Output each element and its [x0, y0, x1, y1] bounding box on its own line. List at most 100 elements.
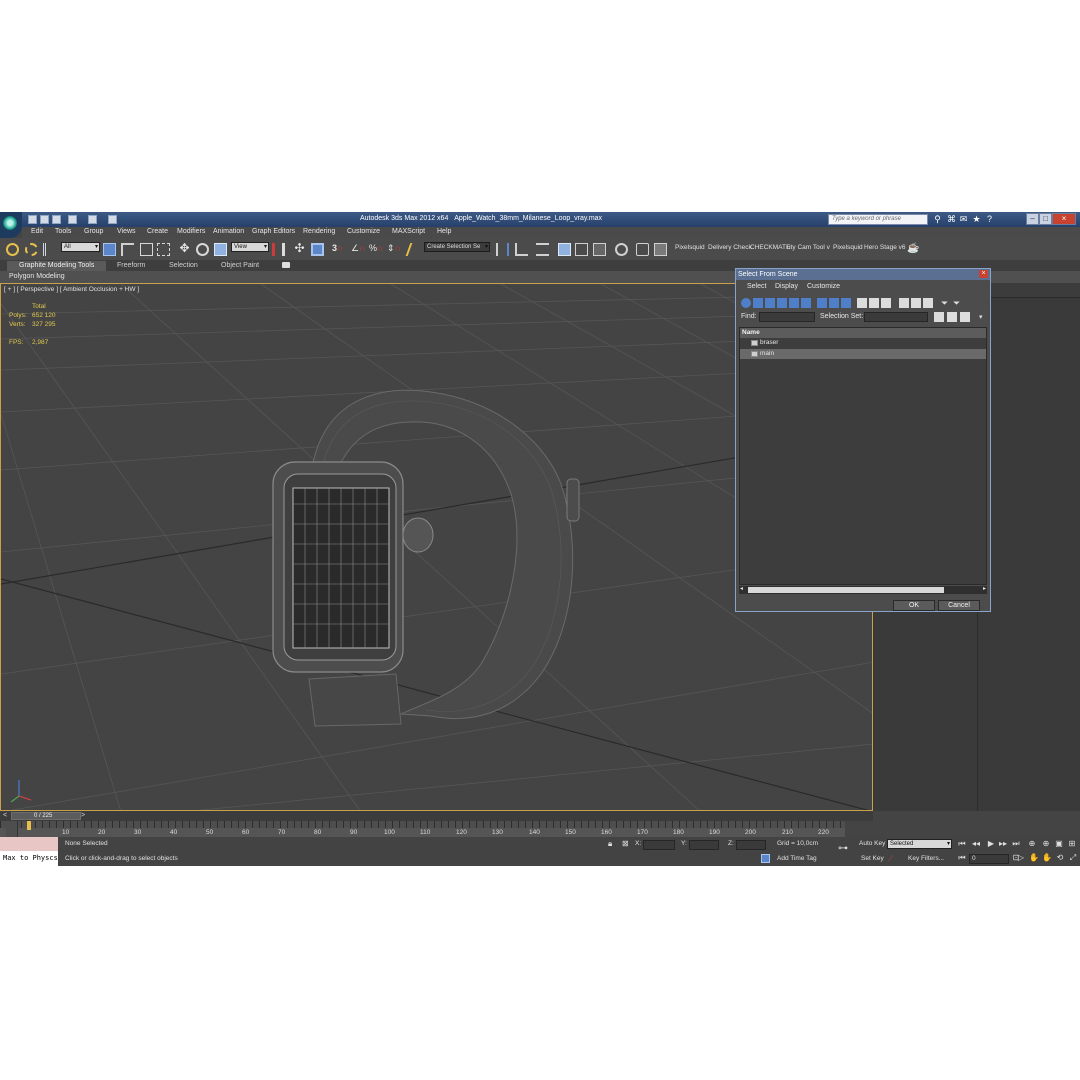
open-file-icon[interactable]: [40, 215, 49, 224]
curve-editor-icon[interactable]: [575, 243, 588, 256]
redo-icon[interactable]: [88, 215, 97, 224]
edit-named-selection-icon[interactable]: [405, 243, 424, 256]
communication-center-icon[interactable]: ✉: [958, 214, 969, 225]
tab-selection[interactable]: Selection: [157, 261, 210, 271]
window-crossing-icon[interactable]: [157, 243, 170, 256]
y-coordinate-field[interactable]: [689, 840, 719, 850]
menu-views[interactable]: Views: [117, 228, 136, 235]
sync-selection-icon[interactable]: ⏷: [953, 298, 963, 308]
menu-group[interactable]: Group: [84, 228, 103, 235]
display-shapes-icon[interactable]: [753, 298, 763, 308]
spinner-snap-icon[interactable]: ⇕∩: [387, 243, 401, 256]
render-setup-icon[interactable]: [636, 243, 649, 256]
menu-maxscript[interactable]: MAXScript: [392, 228, 425, 235]
plugin-delivery-check[interactable]: Delivery Check: [708, 244, 752, 251]
filter-icon[interactable]: ⏷: [941, 298, 951, 308]
orbit-icon[interactable]: ✋: [1042, 853, 1052, 863]
search-input[interactable]: Type a keyword or phrase: [828, 214, 928, 225]
display-none-icon[interactable]: [869, 298, 879, 308]
plugin-pixelsquid-2[interactable]: Pixelsquid: [833, 244, 863, 251]
plugin-pixelsquid[interactable]: Pixelsquid: [675, 244, 705, 251]
menu-modifiers[interactable]: Modifiers: [177, 228, 205, 235]
help-icon[interactable]: ?: [984, 214, 995, 225]
tab-graphite-modeling-tools[interactable]: Graphite Modeling Tools: [7, 261, 107, 271]
cancel-button[interactable]: Cancel: [938, 600, 980, 611]
select-and-move-icon[interactable]: ✥: [178, 242, 191, 256]
new-file-icon[interactable]: [28, 215, 37, 224]
time-tag-icon[interactable]: [761, 854, 770, 863]
align-icon[interactable]: [515, 243, 528, 256]
selection-filter-dropdown[interactable]: All: [61, 242, 100, 252]
z-coordinate-field[interactable]: [736, 840, 766, 850]
display-helpers-icon[interactable]: [789, 298, 799, 308]
menu-edit[interactable]: Edit: [31, 228, 43, 235]
lock-selection-icon[interactable]: 🔒︎: [608, 839, 612, 849]
go-to-start-icon[interactable]: ⏮: [957, 839, 967, 849]
mini-curve-editor-icon[interactable]: [6, 821, 18, 837]
menu-animation[interactable]: Animation: [213, 228, 244, 235]
menu-create[interactable]: Create: [147, 228, 168, 235]
select-and-link-icon[interactable]: [6, 243, 19, 256]
angle-snap-icon[interactable]: ∠∩: [351, 243, 366, 256]
current-frame-field[interactable]: 0: [969, 854, 1009, 864]
ribbon-options-icon[interactable]: [282, 262, 290, 268]
teapot-render-icon[interactable]: ☕: [907, 243, 920, 256]
scroll-left-icon[interactable]: ◂: [740, 585, 743, 592]
object-list[interactable]: Name braser main: [739, 327, 987, 585]
edit-selection-set-icon[interactable]: [934, 312, 944, 322]
remove-selection-set-icon[interactable]: [960, 312, 970, 322]
close-button[interactable]: ×: [1052, 213, 1076, 225]
previous-frame-icon[interactable]: ◂◂: [971, 839, 981, 849]
keyboard-shortcut-override-icon[interactable]: [311, 243, 324, 256]
x-coordinate-field[interactable]: [643, 840, 675, 850]
next-frame-icon[interactable]: ▸▸: [998, 839, 1008, 849]
pivot-center-icon[interactable]: [272, 243, 285, 256]
dialog-title[interactable]: Select From Scene: [736, 269, 990, 280]
menu-tools[interactable]: Tools: [55, 228, 71, 235]
select-all-icon[interactable]: [899, 298, 909, 308]
display-invert-icon[interactable]: [881, 298, 891, 308]
time-slider-next-icon[interactable]: >: [81, 812, 85, 819]
add-time-tag[interactable]: Add Time Tag: [777, 855, 817, 862]
column-header-name[interactable]: Name: [740, 328, 986, 338]
display-space-warps-icon[interactable]: [801, 298, 811, 308]
track-bar[interactable]: 10 20 30 40 50 60 70 80 90 100 110 120 1…: [0, 821, 845, 837]
mirror-icon[interactable]: [496, 243, 509, 256]
rendered-frame-window-icon[interactable]: [654, 243, 667, 256]
dialog-menu-display[interactable]: Display: [775, 283, 798, 290]
manage-layers-icon[interactable]: [536, 243, 549, 256]
time-slider-prev-icon[interactable]: <: [3, 812, 7, 819]
display-xrefs-icon[interactable]: [829, 298, 839, 308]
unlink-selection-icon[interactable]: [25, 243, 38, 256]
binoculars-icon[interactable]: ⚲: [932, 214, 943, 225]
tab-object-paint[interactable]: Object Paint: [209, 261, 271, 271]
snaps-toggle-icon[interactable]: 3∩: [332, 243, 345, 256]
scrollbar-thumb[interactable]: [748, 587, 944, 593]
field-of-view-icon[interactable]: ▷: [1016, 853, 1026, 863]
arc-rotate-icon[interactable]: ⟲: [1055, 853, 1065, 863]
named-selection-set-dropdown[interactable]: Create Selection Se: [424, 242, 490, 252]
key-mode-dropdown[interactable]: Selected: [887, 839, 952, 849]
subscription-icon[interactable]: ⌘: [946, 214, 957, 225]
add-selection-set-icon[interactable]: [947, 312, 957, 322]
zoom-extents-all-icon[interactable]: ⊞: [1067, 839, 1077, 849]
list-horizontal-scrollbar[interactable]: ◂ ▸: [739, 586, 987, 594]
select-and-manipulate-icon[interactable]: ✣: [293, 242, 306, 256]
select-and-rotate-icon[interactable]: [196, 243, 209, 256]
key-filters-button[interactable]: Key Filters...: [908, 855, 944, 862]
play-icon[interactable]: ▶: [986, 839, 996, 849]
display-geometry-icon[interactable]: [741, 298, 751, 308]
go-to-end-icon[interactable]: ⏭: [1011, 839, 1021, 849]
select-invert-icon[interactable]: [923, 298, 933, 308]
polygon-modeling-label[interactable]: Polygon Modeling: [9, 273, 65, 280]
dialog-close-button[interactable]: ×: [979, 270, 988, 278]
maxscript-listener-output[interactable]: [0, 837, 58, 851]
maximize-viewport-icon[interactable]: ⤢: [1068, 853, 1078, 863]
select-and-scale-icon[interactable]: [214, 243, 227, 256]
rectangular-selection-icon[interactable]: [140, 243, 153, 256]
schematic-view-icon[interactable]: [593, 243, 606, 256]
undo-icon[interactable]: [68, 215, 77, 224]
viewport-label[interactable]: [ + ] [ Perspective ] [ Ambient Occlusio…: [4, 286, 139, 293]
select-object-icon[interactable]: [103, 243, 116, 256]
reference-coordinate-dropdown[interactable]: View: [231, 242, 269, 252]
